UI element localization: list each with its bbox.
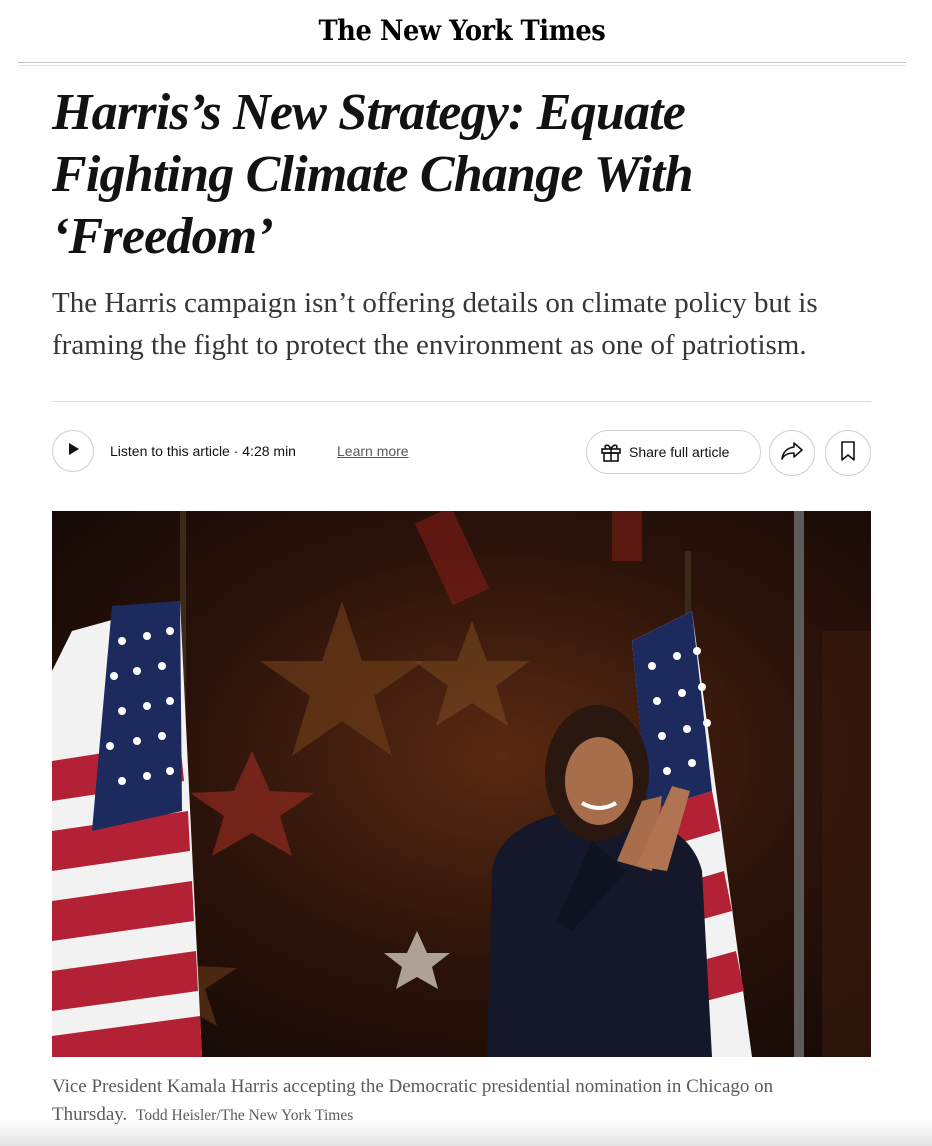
nyt-logo[interactable]: The New York Times — [319, 14, 606, 47]
share-button[interactable] — [769, 430, 815, 476]
article-headline: Harris’s New Strategy: Equate Fighting C… — [52, 84, 694, 265]
play-icon — [66, 442, 80, 461]
masthead: The New York Times — [18, 0, 906, 63]
learn-more-link[interactable]: Learn more — [337, 443, 409, 459]
save-button[interactable] — [825, 430, 871, 476]
share-full-article-button[interactable]: Share full article — [586, 430, 761, 474]
section-divider — [52, 401, 871, 402]
play-button[interactable] — [52, 430, 94, 472]
article-summary: The Harris campaign isn’t offering detai… — [52, 287, 818, 361]
article-photo — [52, 511, 871, 1057]
bottom-fade — [0, 1120, 932, 1146]
share-label: Share full article — [629, 444, 730, 460]
bookmark-icon — [840, 440, 856, 467]
listen-label: Listen to this article · 4:28 min — [110, 443, 296, 459]
gift-icon — [599, 440, 623, 464]
article-toolbar: Listen to this article · 4:28 min Learn … — [52, 428, 871, 476]
masthead-divider — [18, 65, 906, 66]
share-arrow-icon — [780, 440, 804, 467]
